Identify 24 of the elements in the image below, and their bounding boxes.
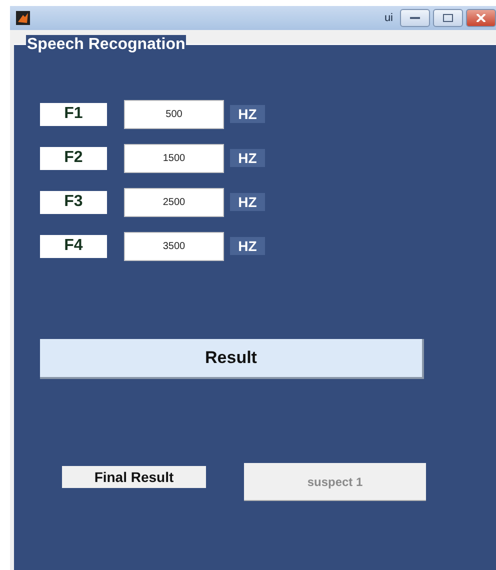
minimize-button[interactable]: [400, 9, 430, 27]
close-button[interactable]: [466, 9, 496, 27]
frequency-input-field[interactable]: 1500: [124, 144, 224, 172]
unit-label: HZ: [230, 237, 265, 255]
unit-label: HZ: [230, 193, 265, 211]
maximize-button[interactable]: [433, 9, 463, 27]
frequency-input-field[interactable]: 500: [124, 100, 224, 128]
formant-label: F3: [40, 190, 107, 214]
unit-label: HZ: [230, 105, 265, 123]
app-icon: [16, 11, 30, 25]
minimize-icon: [410, 16, 420, 20]
frequency-input-field[interactable]: 3500: [124, 232, 224, 260]
panel-title: Speech Recognation: [26, 35, 186, 55]
final-result-label: Final Result: [62, 466, 206, 488]
formant-label: F2: [40, 146, 107, 170]
result-button[interactable]: Result: [40, 339, 424, 379]
frequency-input-field[interactable]: 2500: [124, 188, 224, 216]
unit-label: HZ: [230, 149, 265, 167]
result-output-field: suspect 1: [244, 463, 426, 501]
formant-label: F4: [40, 234, 107, 258]
maximize-icon: [443, 14, 453, 22]
formant-label: F1: [40, 102, 107, 126]
close-icon: [476, 14, 486, 22]
window-title: ui: [384, 12, 393, 24]
